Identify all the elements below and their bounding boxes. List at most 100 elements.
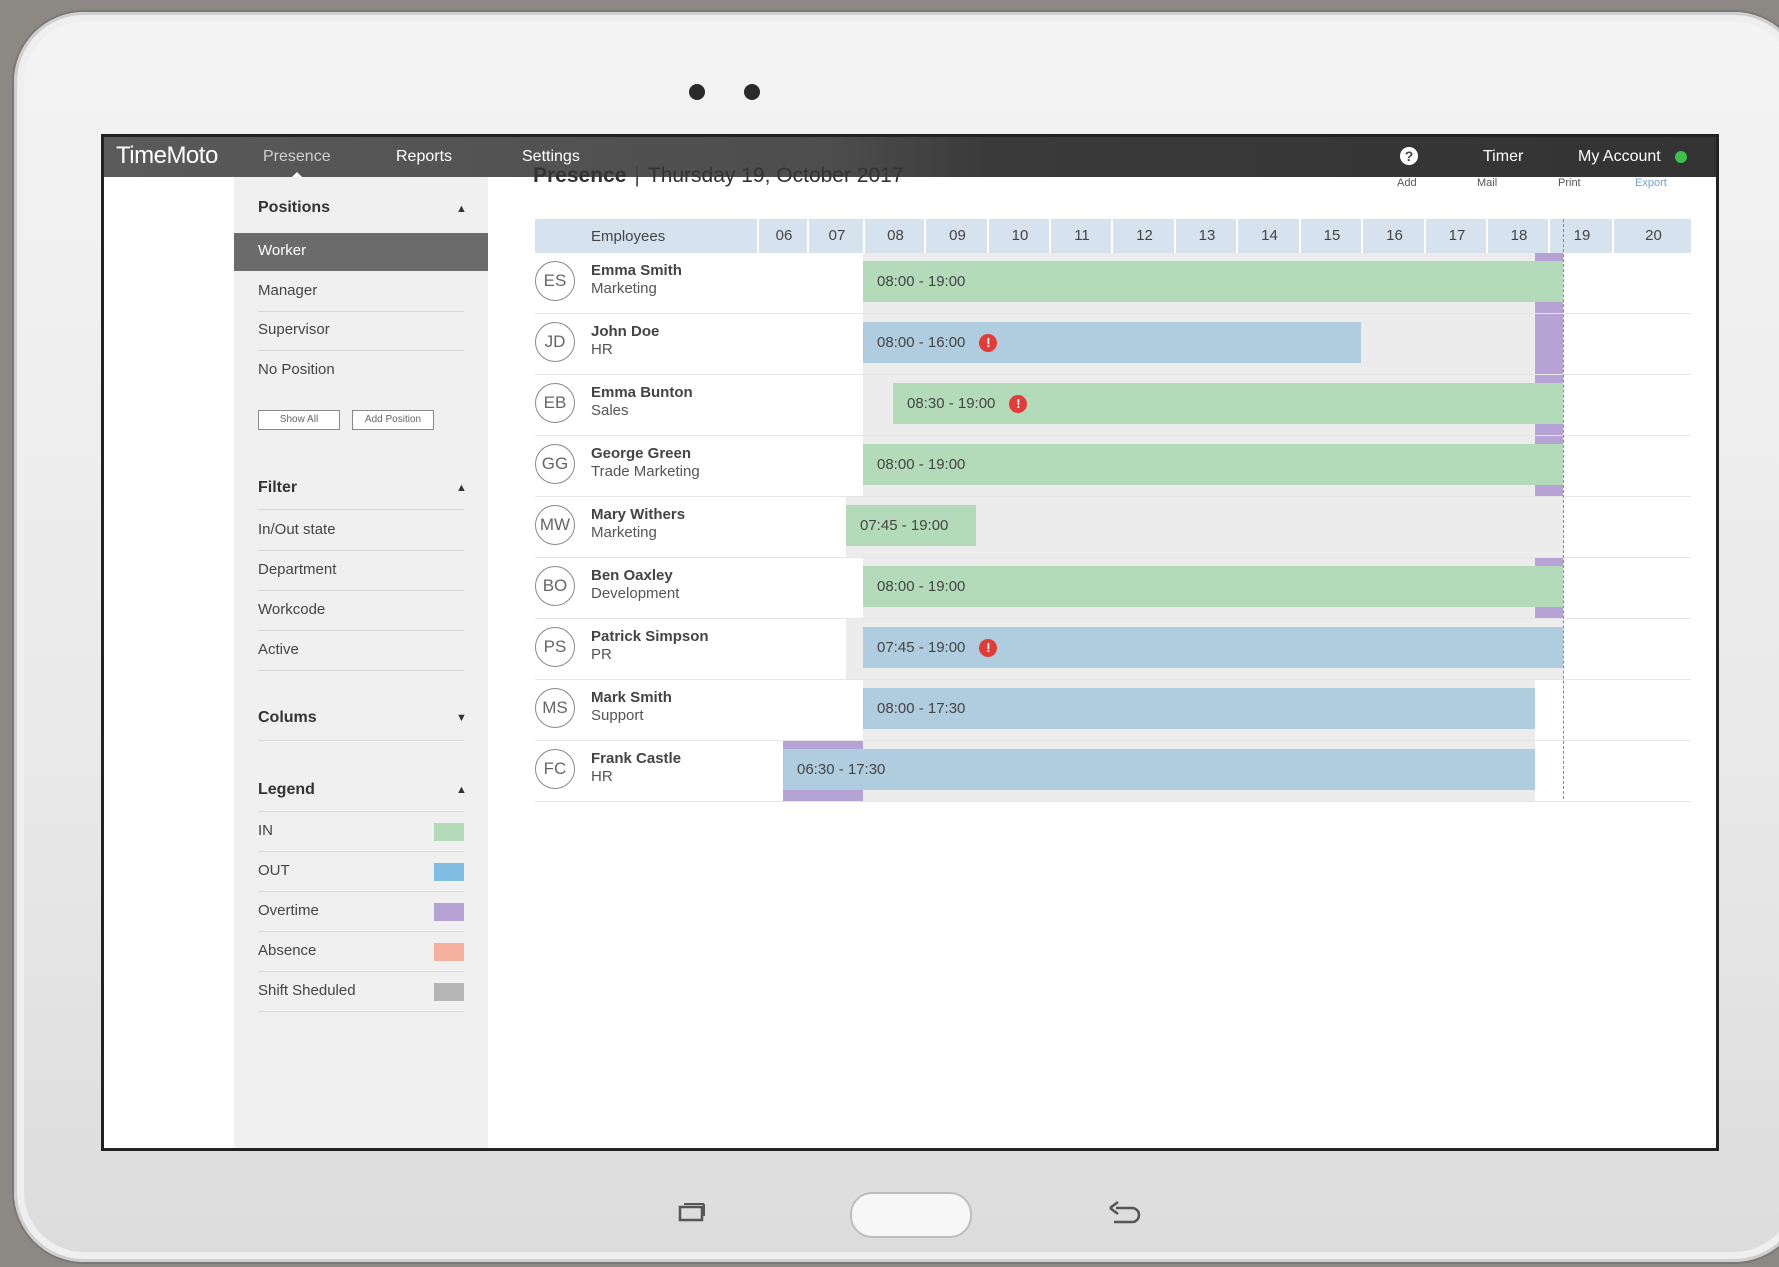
table-row[interactable]: 07:45 - 19:00! PS Patrick Simpson PR [535,619,1691,680]
hour-header: 16 [1361,219,1426,253]
timer-link[interactable]: Timer [1483,148,1523,166]
presence-bar[interactable]: 08:00 - 19:00 [863,261,1563,302]
current-time-line [1563,219,1564,799]
time-range: 08:30 - 19:00 [907,395,996,412]
table-row[interactable]: 07:45 - 19:00 MW Mary Withers Marketing [535,497,1691,558]
my-account-link[interactable]: My Account [1578,148,1661,166]
table-row[interactable]: 06:30 - 17:30 FC Frank Castle HR [535,741,1691,802]
hour-header: 14 [1236,219,1301,253]
export-action[interactable]: Export [1635,177,1667,189]
show-all-button[interactable]: Show All [258,410,340,430]
columns-title: Colums [258,709,317,726]
avatar: PS [535,627,575,667]
presence-bar[interactable]: 08:30 - 19:00! [893,383,1563,424]
position-no-position[interactable]: No Position [258,352,464,390]
back-icon[interactable] [1108,1200,1142,1226]
legend-label: OUT [258,862,290,879]
presence-bar[interactable]: 08:00 - 17:30 [863,688,1535,729]
filter-inout-state[interactable]: In/Out state [258,512,464,551]
presence-bar[interactable]: 08:00 - 16:00! [863,322,1361,363]
legend-swatch-shift [434,983,464,1001]
home-button[interactable] [850,1192,972,1238]
online-status-icon [1675,151,1687,163]
legend-swatch-overtime [434,903,464,921]
print-action[interactable]: Print [1558,177,1581,189]
employee-name[interactable]: Patrick Simpson [591,628,709,645]
divider [258,509,464,510]
warning-icon[interactable]: ! [979,639,998,658]
add-action[interactable]: Add [1397,177,1417,189]
filter-department[interactable]: Department [258,552,464,591]
avatar: JD [535,322,575,362]
hour-header: 09 [924,219,989,253]
mail-action[interactable]: Mail [1477,177,1497,189]
overtime-block [1535,314,1563,374]
position-worker[interactable]: Worker [234,233,488,271]
position-supervisor[interactable]: Supervisor [258,312,464,351]
avatar: MW [535,505,575,545]
avatar: GG [535,444,575,484]
employee-department: PR [591,646,612,663]
warning-icon[interactable]: ! [1009,395,1028,414]
hour-header: 06 [757,219,809,253]
employee-name[interactable]: John Doe [591,323,659,340]
nav-reports[interactable]: Reports [396,148,452,166]
add-position-button[interactable]: Add Position [352,410,434,430]
employee-name[interactable]: Mary Withers [591,506,685,523]
camera-dot [689,84,705,100]
chevron-up-icon[interactable]: ▲ [456,203,467,215]
presence-bar[interactable]: 07:45 - 19:00! [863,627,1563,668]
help-icon[interactable]: ? [1400,147,1418,165]
legend-swatch-out [434,863,464,881]
employee-name[interactable]: Mark Smith [591,689,672,706]
position-manager[interactable]: Manager [258,273,464,312]
table-row[interactable]: 08:30 - 19:00! EB Emma Bunton Sales [535,375,1691,436]
employee-department: Marketing [591,280,657,297]
legend-absence: Absence [258,933,464,972]
hour-header: 18 [1486,219,1550,253]
presence-bar[interactable]: 08:00 - 19:00 [863,444,1563,485]
employee-name[interactable]: George Green [591,445,691,462]
chevron-up-icon[interactable]: ▲ [456,482,467,494]
table-row[interactable]: 08:00 - 19:00 GG George Green Trade Mark… [535,436,1691,497]
employee-name[interactable]: Emma Smith [591,262,682,279]
nav-presence[interactable]: Presence [263,148,331,177]
hour-header: 07 [807,219,865,253]
table-row[interactable]: 08:00 - 19:00 BO Ben Oaxley Development [535,558,1691,619]
recent-apps-icon[interactable] [678,1202,706,1222]
divider [258,811,464,812]
table-row[interactable]: 08:00 - 16:00! JD John Doe HR [535,314,1691,375]
hour-header: 13 [1174,219,1238,253]
employee-name[interactable]: Emma Bunton [591,384,693,401]
hour-header: 20 [1612,219,1693,253]
table-row[interactable]: 08:00 - 17:30 MS Mark Smith Support [535,680,1691,741]
hour-header: 08 [863,219,926,253]
employee-department: Support [591,707,644,724]
time-range: 08:00 - 19:00 [877,273,966,290]
avatar: BO [535,566,575,606]
time-range: 07:45 - 19:00 [877,639,966,656]
employee-department: HR [591,768,613,785]
employee-name[interactable]: Ben Oaxley [591,567,673,584]
presence-bar[interactable]: 07:45 - 19:00 [846,505,976,546]
presence-bar[interactable]: 08:00 - 19:00 [863,566,1563,607]
filter-workcode[interactable]: Workcode [258,592,464,631]
hour-header: 15 [1299,219,1363,253]
time-range: 07:45 - 19:00 [860,517,949,534]
time-range: 08:00 - 19:00 [877,578,966,595]
table-row[interactable]: 08:00 - 19:00 ES Emma Smith Marketing [535,253,1691,314]
employee-name[interactable]: Frank Castle [591,750,681,767]
legend-shift-scheduled: Shift Sheduled [258,973,464,1012]
presence-bar[interactable]: 06:30 - 17:30 [783,749,1535,790]
divider [258,740,464,741]
time-range: 08:00 - 16:00 [877,334,966,351]
camera-dot [744,84,760,100]
app-screen: TimeMoto Presence Reports Settings ? Tim… [101,134,1719,1151]
chevron-up-icon[interactable]: ▲ [456,784,467,796]
employee-department: Marketing [591,524,657,541]
warning-icon[interactable]: ! [979,334,998,353]
top-navbar: TimeMoto Presence Reports Settings ? Tim… [104,137,1716,177]
filter-active[interactable]: Active [258,632,464,671]
chevron-down-icon[interactable]: ▼ [456,712,467,724]
legend-label: IN [258,822,273,839]
